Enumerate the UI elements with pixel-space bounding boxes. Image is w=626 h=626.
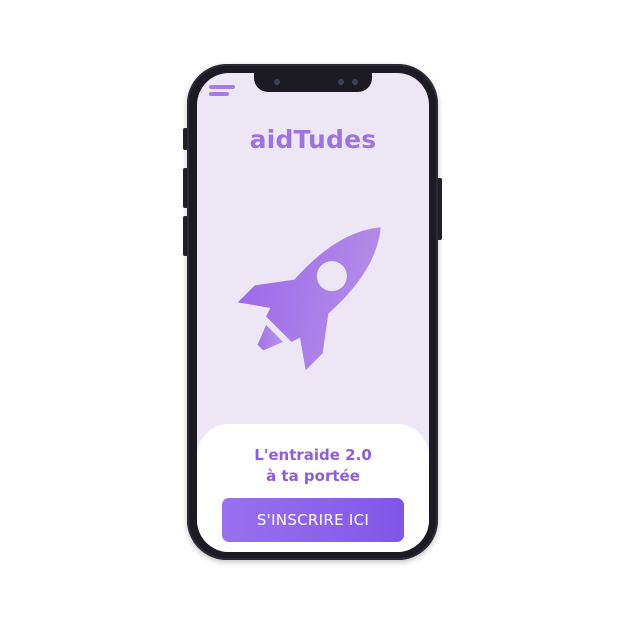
phone-screen: aidTudes L'entraide 2.0 à ta portée S'IN… <box>197 73 429 552</box>
signup-button[interactable]: S'INSCRIRE ICI <box>222 498 404 542</box>
sensor-icon <box>338 79 344 85</box>
tagline-line-2: à ta portée <box>266 467 360 485</box>
phone-notch <box>254 73 372 92</box>
app-logo: aidTudes <box>249 125 377 154</box>
tagline-line-1: L'entraide 2.0 <box>254 446 372 464</box>
hamburger-menu-icon[interactable] <box>209 85 235 103</box>
sensor-icon <box>352 79 358 85</box>
mockup-stage: aidTudes L'entraide 2.0 à ta portée S'IN… <box>0 0 626 626</box>
camera-icon <box>274 79 280 85</box>
rocket-icon <box>237 227 381 371</box>
signup-card: L'entraide 2.0 à ta portée S'INSCRIRE IC… <box>197 424 429 552</box>
